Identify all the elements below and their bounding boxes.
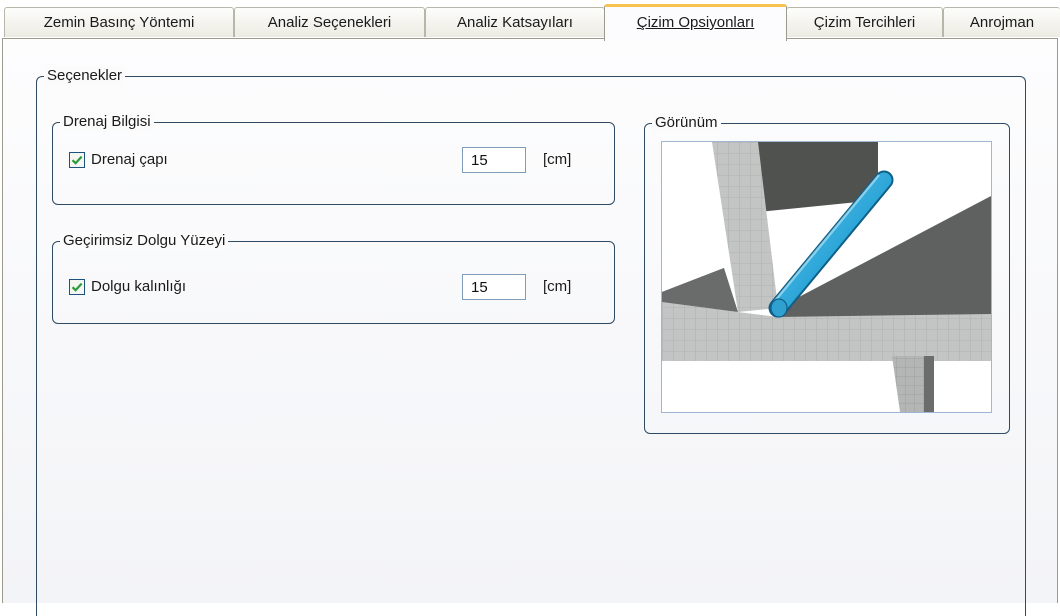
impermeable-fill-group-title: Geçirimsiz Dolgu Yüzeyi [60,231,229,251]
wall-drainage-3d-preview [662,142,991,412]
tab-cizim-tercihleri[interactable]: Çizim Tercihleri [786,7,943,37]
drainage-group-title: Drenaj Bilgisi [60,112,154,132]
tab-analiz-katsayilari[interactable]: Analiz Katsayıları [425,7,605,37]
tab-label: Anrojman [969,14,1035,31]
preview-group-title: Görünüm [652,113,721,133]
tab-label: Çizim Opsiyonları [636,14,755,31]
check-icon [71,155,83,165]
fill-thickness-input[interactable] [462,274,526,300]
preview-viewport [661,141,992,413]
tab-analiz-secenekleri[interactable]: Analiz Seçenekleri [234,7,425,37]
tab-label: Zemin Basınç Yöntemi [43,14,195,31]
tab-page-cizim-opsiyonlari: Seçenekler Drenaj Bilgisi Drenaj çapı [c… [2,38,1058,616]
preview-group: Görünüm [644,113,1010,434]
fill-thickness-unit: [cm] [543,278,572,295]
tab-label: Analiz Katsayıları [457,14,573,31]
impermeable-fill-group: Geçirimsiz Dolgu Yüzeyi Dolgu kalınlığı … [52,231,615,324]
drainage-diameter-label[interactable]: Drenaj çapı [91,150,168,170]
tab-cizim-opsiyonlari[interactable]: Çizim Opsiyonları [604,4,787,41]
tab-anrojman[interactable]: Anrojman [943,7,1060,37]
options-group-title: Seçenekler [44,66,126,86]
drainage-group: Drenaj Bilgisi Drenaj çapı [cm] [52,112,615,205]
tab-strip: Zemin Basınç Yöntemi Analiz Seçenekleri … [0,0,1060,41]
tab-zemin-basinc-yontemi[interactable]: Zemin Basınç Yöntemi [4,7,234,37]
drainage-diameter-unit: [cm] [543,151,572,168]
check-icon [71,282,83,292]
fill-thickness-checkbox[interactable] [69,279,85,295]
shear-key-side [924,356,934,412]
tab-label: Çizim Tercihleri [813,14,916,31]
drainage-diameter-input[interactable] [462,147,526,173]
fill-thickness-label[interactable]: Dolgu kalınlığı [91,277,186,297]
drainage-diameter-checkbox[interactable] [69,152,85,168]
tab-label: Analiz Seçenekleri [267,14,392,31]
